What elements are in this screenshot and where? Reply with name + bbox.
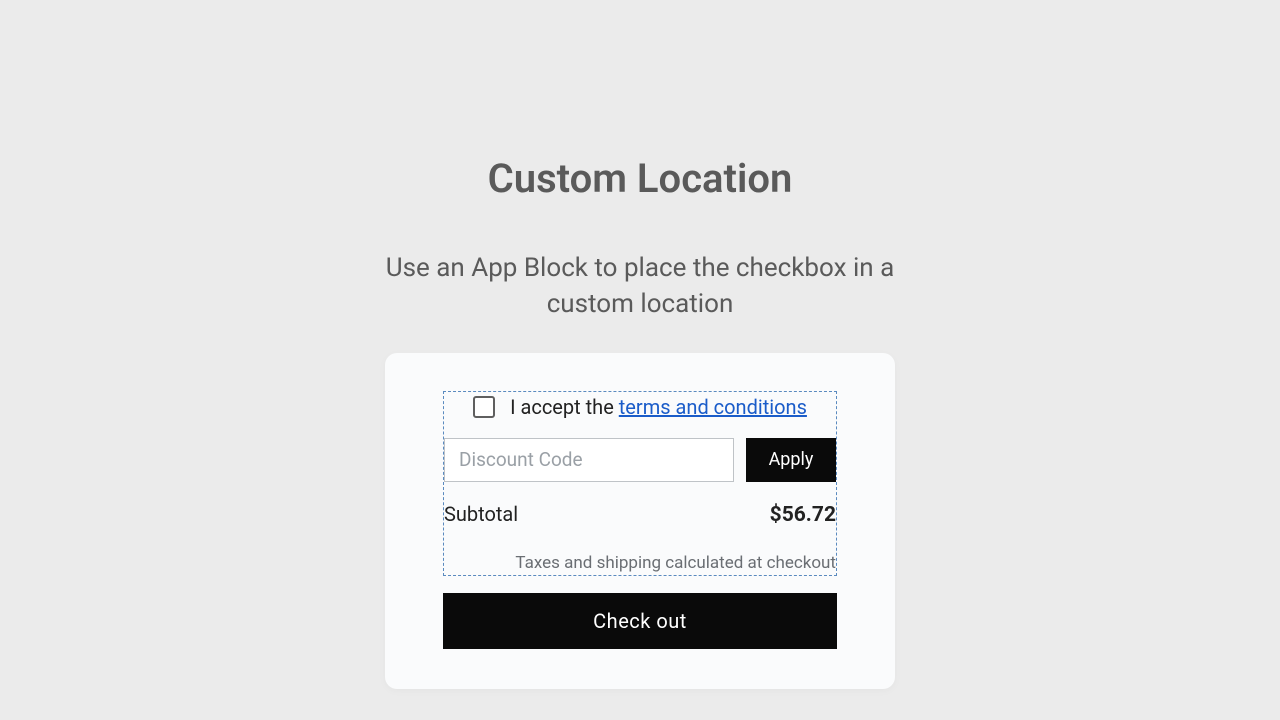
page-subheading: Use an App Block to place the checkbox i… <box>360 250 920 323</box>
checkout-card: I accept the terms and conditions Apply … <box>385 353 895 689</box>
subtotal-row: Subtotal $56.72 <box>444 502 836 527</box>
checkout-button[interactable]: Check out <box>443 593 837 649</box>
discount-code-input[interactable] <box>444 438 734 482</box>
consent-row: I accept the terms and conditions <box>444 392 836 422</box>
consent-checkbox[interactable] <box>473 396 495 418</box>
consent-prefix: I accept the <box>510 395 619 419</box>
terms-link[interactable]: terms and conditions <box>619 395 807 419</box>
app-block-region: I accept the terms and conditions Apply … <box>443 391 837 576</box>
subtotal-label: Subtotal <box>444 502 518 526</box>
subtotal-amount: $56.72 <box>770 503 836 527</box>
page-heading: Custom Location <box>488 155 793 202</box>
consent-text: I accept the terms and conditions <box>510 395 807 419</box>
apply-button[interactable]: Apply <box>746 438 836 482</box>
taxes-note: Taxes and shipping calculated at checkou… <box>444 553 836 573</box>
discount-row: Apply <box>444 438 836 482</box>
